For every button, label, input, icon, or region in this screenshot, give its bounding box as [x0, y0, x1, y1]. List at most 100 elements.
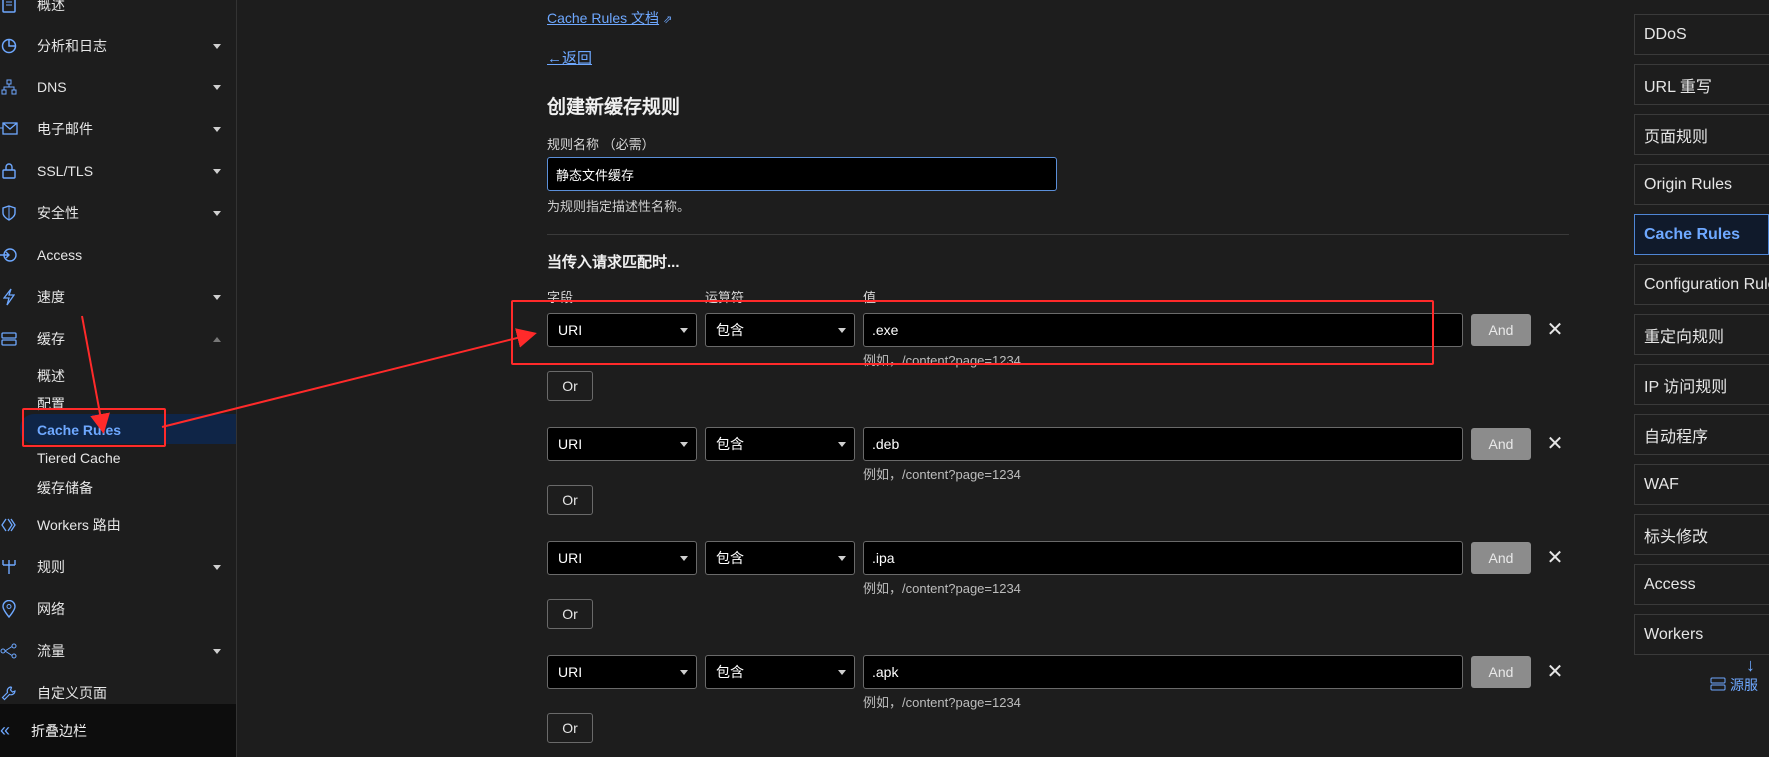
- cache-icon: [0, 330, 18, 348]
- or-button[interactable]: Or: [547, 485, 593, 515]
- sidebar-item-access[interactable]: Access: [0, 240, 236, 270]
- close-icon[interactable]: ✕: [1546, 548, 1564, 568]
- and-button[interactable]: And: [1471, 542, 1531, 574]
- docs-link-label: Cache Rules 文档: [547, 10, 660, 26]
- server-icon: [1710, 677, 1726, 694]
- sidebar-item-network[interactable]: 网络: [0, 594, 236, 624]
- cache-sub-cache-rules[interactable]: Cache Rules: [37, 422, 121, 438]
- sidebar-item-label: Workers 路由: [37, 517, 121, 533]
- field-select[interactable]: URI: [547, 541, 697, 575]
- right-rules-nav: DDoS URL 重写 页面规则 Origin Rules Cache Rule…: [1634, 0, 1769, 757]
- chevron-down-icon: [838, 328, 846, 333]
- wrench-icon: [0, 684, 18, 702]
- sidebar-item-speed[interactable]: 速度: [0, 282, 236, 312]
- sidebar-item-label: 速度: [37, 289, 65, 305]
- operator-select[interactable]: 包含: [705, 313, 855, 347]
- cache-rules-docs-link[interactable]: Cache Rules 文档 ⇗: [547, 8, 672, 28]
- and-button[interactable]: And: [1471, 314, 1531, 346]
- sitemap-icon: [0, 78, 18, 96]
- document-icon: [0, 0, 18, 14]
- workers-icon: [0, 516, 18, 534]
- rnav-item-access[interactable]: Access: [1634, 564, 1769, 605]
- value-input[interactable]: [863, 313, 1463, 347]
- chevron-down-icon: [680, 556, 688, 561]
- cache-sub-cache-reserve[interactable]: 缓存储备: [37, 478, 93, 498]
- field-select[interactable]: URI: [547, 427, 697, 461]
- chevron-down-icon: [213, 43, 221, 49]
- cache-sub-overview[interactable]: 概述: [37, 366, 65, 386]
- sidebar-item-dns[interactable]: DNS: [0, 72, 236, 102]
- access-icon: [0, 246, 18, 264]
- sidebar-item-cache[interactable]: 缓存: [0, 324, 236, 354]
- field-select-value: URI: [558, 436, 583, 452]
- rnav-item-cache-rules[interactable]: Cache Rules: [1634, 214, 1769, 255]
- or-button[interactable]: Or: [547, 599, 593, 629]
- sidebar-item-overview[interactable]: 概述: [0, 0, 236, 20]
- sidebar-item-label: 自定义页面: [37, 685, 107, 701]
- cache-sub-tiered-cache[interactable]: Tiered Cache: [37, 450, 121, 466]
- column-field-label: 字段: [547, 290, 574, 305]
- field-select[interactable]: URI: [547, 313, 697, 347]
- sidebar-item-analytics[interactable]: 分析和日志: [0, 31, 236, 61]
- operator-select[interactable]: 包含: [705, 541, 855, 575]
- sidebar-item-email[interactable]: 电子邮件: [0, 114, 236, 144]
- sidebar-item-ssl-tls[interactable]: SSL/TLS: [0, 156, 236, 186]
- rnav-item-configuration-rules[interactable]: Configuration Rules: [1634, 264, 1769, 305]
- rnav-item-workers[interactable]: Workers: [1634, 614, 1769, 655]
- sidebar-item-label: DNS: [37, 79, 67, 95]
- rnav-item-origin-rules[interactable]: Origin Rules: [1634, 164, 1769, 205]
- collapse-sidebar-label: 折叠边栏: [31, 722, 87, 739]
- close-icon[interactable]: ✕: [1546, 434, 1564, 454]
- rnav-item-redirect-rules[interactable]: 重定向规则: [1634, 314, 1769, 355]
- sidebar-item-label: SSL/TLS: [37, 163, 94, 179]
- rnav-item-page-rules[interactable]: 页面规则: [1634, 114, 1769, 155]
- rnav-origin-server-link[interactable]: 源服: [1710, 675, 1758, 695]
- rnav-item-waf[interactable]: WAF: [1634, 464, 1769, 505]
- close-icon[interactable]: ✕: [1546, 662, 1564, 682]
- sidebar-item-label: 概述: [37, 0, 65, 13]
- lock-icon: [0, 162, 18, 180]
- value-example: 例如，/content?page=1234: [863, 353, 1021, 368]
- operator-select[interactable]: 包含: [705, 427, 855, 461]
- sidebar-item-label: Access: [37, 247, 83, 263]
- match-heading: 当传入请求匹配时...: [547, 254, 680, 271]
- operator-select[interactable]: 包含: [705, 655, 855, 689]
- value-input[interactable]: [863, 541, 1463, 575]
- sidebar-item-rules[interactable]: 规则: [0, 552, 236, 582]
- rnav-footer-label: 源服: [1730, 677, 1758, 693]
- rnav-item-ddos[interactable]: DDoS: [1634, 14, 1769, 55]
- rule-name-input[interactable]: [547, 157, 1057, 191]
- value-input[interactable]: [863, 427, 1463, 461]
- collapse-sidebar-button[interactable]: « 折叠边栏: [0, 704, 236, 757]
- chevron-down-icon: [213, 294, 221, 300]
- field-select[interactable]: URI: [547, 655, 697, 689]
- rnav-item-ip-access-rules[interactable]: IP 访问规则: [1634, 364, 1769, 405]
- chevron-down-icon: [213, 210, 221, 216]
- sidebar-item-traffic[interactable]: 流量: [0, 636, 236, 666]
- sidebar: 概述 分析和日志 DNS 电子邮件 SSL/TLS 安全性 Access 速度 …: [0, 0, 237, 757]
- sidebar-item-label: 网络: [37, 601, 65, 617]
- cache-sub-config[interactable]: 配置: [37, 394, 65, 414]
- close-icon[interactable]: ✕: [1546, 320, 1564, 340]
- or-button[interactable]: Or: [547, 713, 593, 743]
- rnav-item-header-modification[interactable]: 标头修改: [1634, 514, 1769, 555]
- column-operator-label: 运算符: [705, 290, 745, 305]
- lightning-icon: [0, 288, 18, 306]
- chevron-down-icon: [213, 168, 221, 174]
- value-example: 例如，/content?page=1234: [863, 467, 1021, 482]
- and-button[interactable]: And: [1471, 656, 1531, 688]
- rnav-item-bots[interactable]: 自动程序: [1634, 414, 1769, 455]
- and-button[interactable]: And: [1471, 428, 1531, 460]
- value-input[interactable]: [863, 655, 1463, 689]
- arrow-down-icon[interactable]: ↓: [1746, 655, 1755, 676]
- field-select-value: URI: [558, 550, 583, 566]
- rnav-item-url-rewrite[interactable]: URL 重写: [1634, 64, 1769, 105]
- traffic-icon: [0, 642, 18, 660]
- back-link[interactable]: ←返回: [547, 47, 592, 68]
- sidebar-item-label: 流量: [37, 643, 65, 659]
- sidebar-item-workers-routes[interactable]: Workers 路由: [0, 510, 236, 540]
- value-example: 例如，/content?page=1234: [863, 581, 1021, 596]
- or-button[interactable]: Or: [547, 371, 593, 401]
- sidebar-item-security[interactable]: 安全性: [0, 198, 236, 228]
- chevron-down-icon: [213, 648, 221, 654]
